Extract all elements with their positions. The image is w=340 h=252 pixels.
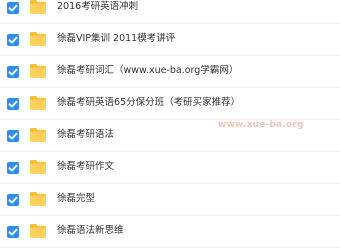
- checkmark-icon: [8, 100, 18, 108]
- file-row[interactable]: 徐磊VIP集训 2011模考讲评: [0, 24, 340, 56]
- folder-icon: [29, 31, 47, 47]
- file-row[interactable]: 徐磊语法新思维: [0, 216, 340, 248]
- file-name[interactable]: 徐磊VIP集训 2011模考讲评: [57, 32, 175, 46]
- row-checkbox[interactable]: [7, 98, 19, 110]
- folder-icon: [29, 0, 47, 15]
- file-list: 2016考研英语冲刺 徐磊VIP集训 2011模考讲评 徐磊考研词汇（www.x…: [0, 0, 340, 252]
- checkmark-icon: [8, 196, 18, 204]
- watermark-text: www.xue-ba.org: [218, 120, 304, 130]
- file-name[interactable]: 徐磊考研语法: [57, 128, 114, 142]
- file-name[interactable]: 徐磊语法新思维: [57, 224, 124, 238]
- file-row[interactable]: 徐磊完型: [0, 184, 340, 216]
- folder-icon: [29, 127, 47, 143]
- file-row[interactable]: 徐磊考研英语65分保分班（考研买家推荐）: [0, 88, 340, 120]
- checkmark-icon: [8, 132, 18, 140]
- row-checkbox[interactable]: [7, 226, 19, 238]
- row-checkbox[interactable]: [7, 194, 19, 206]
- folder-icon: [29, 159, 47, 175]
- row-checkbox[interactable]: [7, 66, 19, 78]
- row-checkbox[interactable]: [7, 130, 19, 142]
- folder-icon: [29, 63, 47, 79]
- checkmark-icon: [8, 36, 18, 44]
- checkmark-icon: [8, 68, 18, 76]
- checkmark-icon: [8, 228, 18, 236]
- file-name[interactable]: 徐磊考研英语65分保分班（考研买家推荐）: [57, 96, 240, 110]
- row-checkbox[interactable]: [7, 2, 19, 14]
- file-row[interactable]: 徐磊考研词汇（www.xue-ba.org学霸网）: [0, 56, 340, 88]
- checkmark-icon: [8, 4, 18, 12]
- file-name[interactable]: 徐磊完型: [57, 192, 95, 206]
- row-checkbox[interactable]: [7, 34, 19, 46]
- file-name[interactable]: 徐磊考研词汇（www.xue-ba.org学霸网）: [57, 64, 238, 78]
- file-name[interactable]: 2016考研英语冲刺: [57, 0, 138, 14]
- folder-icon: [29, 95, 47, 111]
- folder-icon: [29, 223, 47, 239]
- file-row[interactable]: 徐磊考研作文: [0, 152, 340, 184]
- file-row[interactable]: 2016考研英语冲刺: [0, 0, 340, 24]
- checkmark-icon: [8, 164, 18, 172]
- file-name[interactable]: 徐磊考研作文: [57, 160, 114, 174]
- folder-icon: [29, 191, 47, 207]
- row-checkbox[interactable]: [7, 162, 19, 174]
